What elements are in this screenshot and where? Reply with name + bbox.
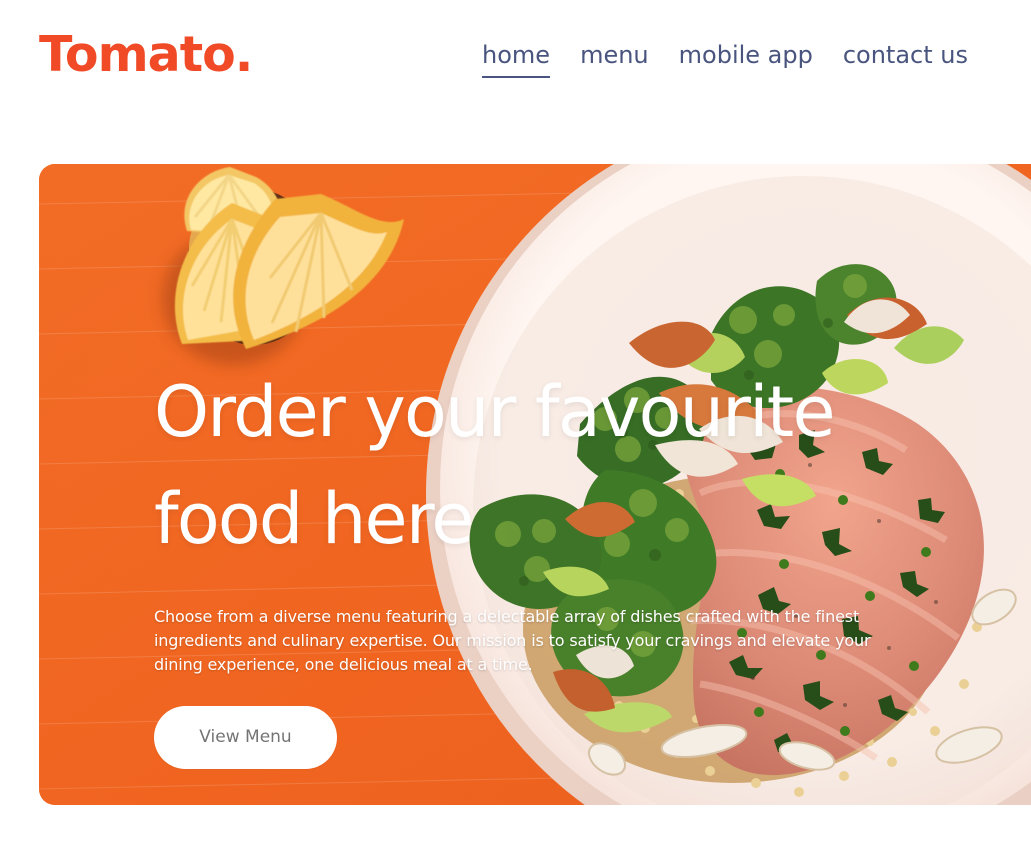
nav-link-contact-us[interactable]: contact us <box>843 38 968 78</box>
hero-description: Choose from a diverse menu featuring a d… <box>154 607 871 674</box>
nav-link-menu[interactable]: menu <box>580 38 649 78</box>
nav-link-mobile-app[interactable]: mobile app <box>679 38 813 78</box>
hero-title: Order your favourite food here <box>154 371 836 560</box>
navigation-list: home menu mobile app contact us <box>482 38 968 78</box>
brand-logo[interactable]: Tomato. <box>39 24 253 86</box>
site-header: Tomato. home menu mobile app contact us <box>0 0 1031 112</box>
hero-banner: Order your favourite food here Choose fr… <box>39 164 1031 805</box>
nav-link-home[interactable]: home <box>482 38 551 78</box>
view-menu-button[interactable]: View Menu <box>154 706 337 769</box>
hero-content: Order your favourite food here Choose fr… <box>154 359 919 769</box>
